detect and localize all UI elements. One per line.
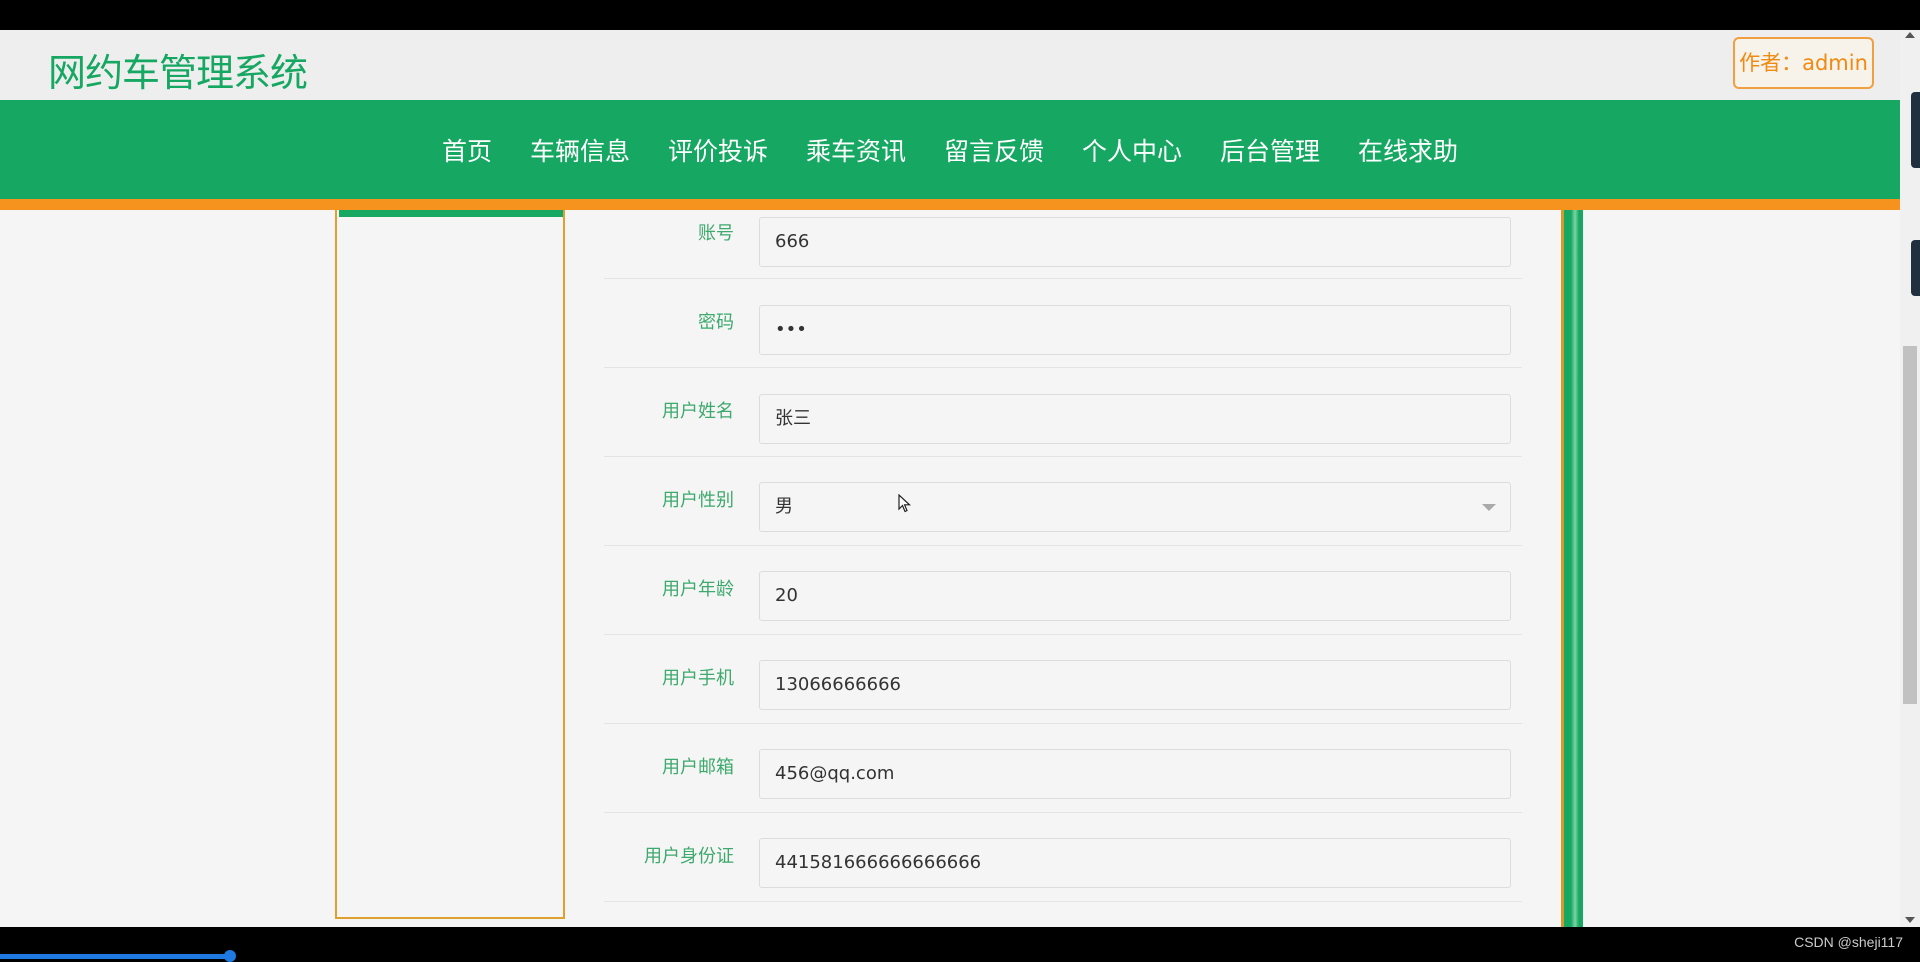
nav-item-help[interactable]: 在线求助 [1358,132,1458,168]
sidebar-panel [335,210,565,919]
phone-input[interactable]: 13066666666 [759,660,1511,710]
account-input[interactable]: 666 [759,217,1511,267]
content-right-border [1561,210,1583,927]
video-progress-knob[interactable] [224,950,237,962]
label-account: 账号 [698,223,734,244]
password-input[interactable]: ••• [759,305,1511,355]
email-input[interactable]: 456@qq.com [759,749,1511,799]
label-password: 密码 [698,312,734,333]
form-row-phone: 用户手机 13066666666 [604,635,1522,724]
scroll-up-icon[interactable] [1905,32,1915,38]
site-header: 网约车管理系统 作者：admin [0,30,1900,100]
form-row-account: 账号 666 [604,190,1522,279]
form-row-age: 用户年龄 20 [604,546,1522,635]
label-age: 用户年龄 [662,579,734,600]
side-widget-handle[interactable] [1911,92,1920,168]
label-name: 用户姓名 [662,401,734,422]
scroll-down-icon[interactable] [1905,917,1915,923]
form-row-password: 密码 ••• [604,279,1522,368]
idcard-input[interactable]: 441581666666666666 [759,838,1511,888]
browser-viewport: 网约车管理系统 作者：admin 首页 车辆信息 评价投诉 乘车资讯 留言反馈 … [0,30,1900,927]
form-row-idcard: 用户身份证 441581666666666666 [604,813,1522,902]
chevron-down-icon [1482,504,1496,511]
form-row-name: 用户姓名 张三 [604,368,1522,457]
nav-item-admin[interactable]: 后台管理 [1220,132,1320,168]
site-logo[interactable]: 网约车管理系统 [48,42,308,97]
nav-item-feedback[interactable]: 留言反馈 [944,132,1044,168]
label-idcard: 用户身份证 [644,846,734,867]
label-email: 用户邮箱 [662,757,734,778]
main-nav: 首页 车辆信息 评价投诉 乘车资讯 留言反馈 个人中心 后台管理 在线求助 [0,100,1900,199]
nav-item-profile[interactable]: 个人中心 [1082,132,1182,168]
nav-item-vehicles[interactable]: 车辆信息 [530,132,630,168]
mouse-cursor-icon [898,494,912,513]
side-widget-handle-2[interactable] [1911,240,1920,296]
video-progress-fill [0,954,231,959]
csdn-watermark: CSDN @sheji117 [1794,934,1903,950]
form-row-email: 用户邮箱 456@qq.com [604,724,1522,813]
author-button[interactable]: 作者：admin [1733,37,1874,89]
age-input[interactable]: 20 [759,571,1511,621]
nav-item-news[interactable]: 乘车资讯 [806,132,906,168]
gender-selected-value: 男 [775,496,793,517]
nav-item-home[interactable]: 首页 [442,132,492,168]
name-input[interactable]: 张三 [759,394,1511,444]
sidebar-top-bar [339,210,563,217]
form-row-gender: 用户性别 男 [604,457,1522,546]
gender-select[interactable]: 男 [759,482,1511,532]
nav-item-reviews[interactable]: 评价投诉 [668,132,768,168]
label-phone: 用户手机 [662,668,734,689]
label-gender: 用户性别 [662,490,734,511]
top-black-bar [0,0,1920,30]
video-progress[interactable] [0,928,1920,962]
scroll-thumb[interactable] [1903,346,1917,704]
